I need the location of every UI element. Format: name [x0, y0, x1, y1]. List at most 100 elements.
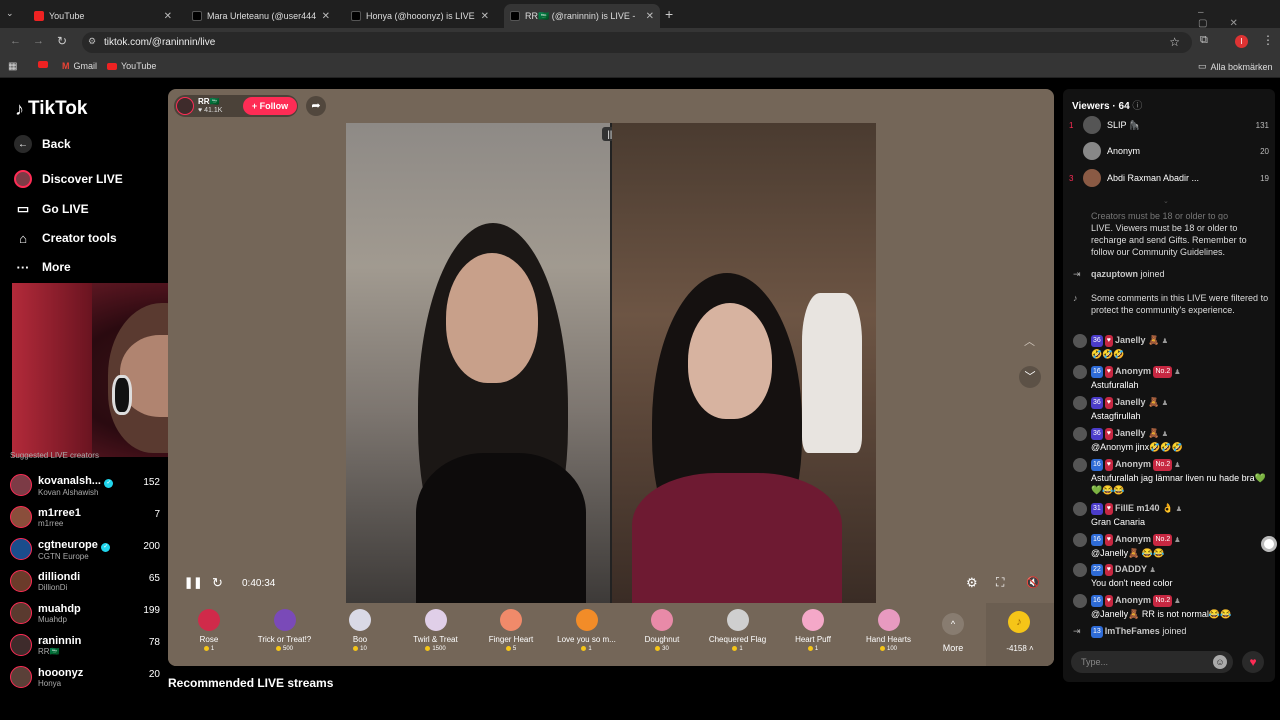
chat-username[interactable]: DADDY — [1115, 564, 1147, 574]
chevron-up-icon[interactable]: ︿ — [1024, 333, 1035, 349]
suggested-creator[interactable]: muahdp Muahdp 199 — [10, 599, 160, 627]
creator-viewer-count: 200 — [143, 541, 160, 552]
info-icon[interactable]: ⓘ — [1132, 101, 1142, 112]
host-pill[interactable]: RR🇸🇦 ♥ 41.1K + Follow — [174, 95, 298, 117]
suggested-creator[interactable]: cgtneurope ✓ CGTN Europe 200 — [10, 535, 160, 563]
viewers-header[interactable]: Viewers · 64 ⓘ — [1072, 97, 1142, 112]
reload-icon[interactable]: ↻ — [57, 34, 67, 48]
emoji-icon[interactable]: ☺ — [1213, 655, 1227, 669]
chat-input[interactable]: Type... ☺ — [1071, 651, 1233, 673]
video-stage[interactable]: ||| — [346, 123, 876, 603]
close-icon[interactable]: ✕ — [646, 11, 654, 22]
share-icon[interactable]: ➦ — [306, 96, 326, 116]
chat-avatar[interactable] — [1073, 365, 1087, 379]
like-heart-button[interactable]: ♥ — [1242, 651, 1264, 673]
gift-item[interactable]: Chequered Flag 1 — [700, 609, 776, 652]
gifts-more-button[interactable]: More — [928, 643, 978, 653]
tab-search-icon[interactable]: ⌄ — [6, 8, 20, 20]
suggested-creator[interactable]: dilliondi DillionDi 65 — [10, 567, 160, 595]
profile-avatar[interactable]: I — [1235, 35, 1248, 48]
close-icon[interactable]: ✕ — [164, 11, 172, 22]
chat-username[interactable]: FillE m140 👌 — [1115, 503, 1173, 513]
suggested-creator[interactable]: m1rree1 m1rree 7 — [10, 503, 160, 531]
tiktok-logo[interactable]: ♪ TikTok — [15, 98, 87, 120]
back-button[interactable]: ← Back — [14, 135, 71, 153]
bookmark-label: Gmail — [73, 61, 98, 71]
tab-honya[interactable]: Honya (@hooonyz) is LIVE ✕ — [345, 4, 495, 28]
close-icon[interactable]: ✕ — [322, 11, 330, 22]
more-dots-icon: ··· — [16, 259, 30, 275]
chat-avatar[interactable] — [1073, 427, 1087, 441]
chat-avatar[interactable] — [1073, 334, 1087, 348]
top-viewer-row[interactable]: Anonym 20 — [1069, 140, 1269, 162]
suggested-creator[interactable]: kovanalsh... ✓ Kovan Alshawish 152 — [10, 471, 160, 499]
gift-item[interactable]: Doughnut 30 — [624, 609, 700, 652]
tab-youtube[interactable]: YouTube ✕ — [28, 4, 178, 28]
close-icon[interactable]: ✕ — [481, 11, 489, 22]
gift-item[interactable]: Trick or Treat!? 500 — [247, 609, 323, 652]
fullscreen-icon[interactable]: ⛶ — [996, 575, 1004, 590]
coin-balance[interactable]: ♪ -4158 ˄ — [986, 603, 1054, 666]
bookmark-star-icon[interactable]: ☆ — [1169, 35, 1180, 49]
chat-username[interactable]: Anonym — [1115, 366, 1151, 376]
chevron-down-icon[interactable]: ﹀ — [1019, 366, 1041, 388]
top-viewer-row[interactable]: 3 Abdi Raxman Abadir ... 19 — [1069, 167, 1269, 189]
chat-avatar[interactable] — [1073, 396, 1087, 410]
gift-item[interactable]: Rose 1 — [171, 609, 247, 652]
gift-name: Doughnut — [644, 635, 680, 644]
chat-username[interactable]: Anonym — [1115, 534, 1151, 544]
tab-mara[interactable]: Mara Urleteanu (@user444 ✕ — [186, 4, 336, 28]
chat-username[interactable]: Janelly 🧸 — [1115, 397, 1159, 407]
refresh-icon[interactable]: ↻ — [212, 575, 223, 591]
chat-username[interactable]: Janelly 🧸 — [1115, 428, 1159, 438]
bookmark-youtube-icon[interactable] — [38, 61, 48, 68]
host-avatar[interactable] — [176, 97, 194, 115]
gift-item[interactable]: Heart Puff 1 — [775, 609, 851, 652]
gift-item[interactable]: Twirl & Treat 1500 — [398, 609, 474, 652]
sidebar-item-go-live[interactable]: ▭ Go LIVE — [14, 200, 89, 218]
chat-username[interactable]: Anonym — [1115, 459, 1151, 469]
all-bookmarks[interactable]: ▭ Alla bokmärken — [1198, 61, 1273, 72]
top-viewer-row[interactable]: 1 SLIP 🦍 131 — [1069, 114, 1269, 136]
settings-gear-icon[interactable]: ⚙ — [966, 575, 978, 591]
url-bar[interactable]: ⚙ tiktok.com/@raninnin/live ☆ — [82, 32, 1192, 53]
back-arrow-icon[interactable]: ← — [10, 35, 21, 47]
gift-item[interactable]: Love you so m... 1 — [549, 609, 625, 652]
suggested-creator[interactable]: raninnin RR🇸🇦 78 — [10, 631, 160, 659]
chat-username[interactable]: ImTheFames — [1105, 626, 1160, 636]
menu-icon[interactable]: ⋮ — [1262, 33, 1274, 47]
chat-avatar[interactable] — [1073, 502, 1087, 516]
chevron-up-icon[interactable]: ^ — [942, 613, 964, 635]
new-tab-button[interactable]: + — [665, 6, 673, 22]
level-badge: 36 — [1091, 397, 1103, 409]
sidebar-item-more[interactable]: ··· More — [14, 258, 71, 276]
community-notice-faded: Creators must be 18 or older to go — [1091, 211, 1229, 220]
window-controls[interactable]: –▢✕ — [1198, 7, 1280, 29]
chat-username[interactable]: qazuptown — [1091, 269, 1138, 279]
mute-icon[interactable]: 🔇 — [1026, 576, 1040, 589]
gift-item[interactable]: Finger Heart 5 — [473, 609, 549, 652]
floating-action-icon[interactable] — [1261, 536, 1277, 552]
tab-raninnin[interactable]: RR🇸🇦 (@raninnin) is LIVE - ✕ — [504, 4, 660, 28]
chat-avatar[interactable] — [1073, 594, 1087, 608]
site-info-icon[interactable]: ⚙ — [88, 36, 96, 47]
chat-username[interactable]: Janelly 🧸 — [1115, 335, 1159, 345]
chat-avatar[interactable] — [1073, 458, 1087, 472]
gift-item[interactable]: Hand Hearts 100 — [851, 609, 927, 652]
follow-button[interactable]: + Follow — [243, 97, 297, 115]
sidebar-item-creator-tools[interactable]: ⌂ Creator tools — [14, 229, 117, 247]
chat-username[interactable]: Anonym — [1115, 595, 1151, 605]
pause-icon[interactable]: ❚❚ — [184, 576, 202, 589]
suggested-creator[interactable]: hooonyz Honya 20 — [10, 663, 160, 691]
chat-avatar[interactable] — [1073, 563, 1087, 577]
chat-message: 22 ♥ DADDY ♟ You don't need color — [1073, 563, 1269, 589]
apps-icon[interactable]: ▦ — [8, 61, 17, 72]
bookmark-gmail[interactable]: M Gmail — [62, 61, 97, 71]
sidebar-item-discover-live[interactable]: Discover LIVE — [14, 170, 123, 188]
gift-item[interactable]: Boo 10 — [322, 609, 398, 652]
forward-arrow-icon[interactable]: → — [33, 35, 44, 47]
extensions-icon[interactable]: ⧉ — [1200, 34, 1208, 47]
bookmark-youtube[interactable]: YouTube — [107, 61, 156, 71]
chat-avatar[interactable] — [1073, 533, 1087, 547]
gift-price: 100 — [851, 646, 927, 652]
